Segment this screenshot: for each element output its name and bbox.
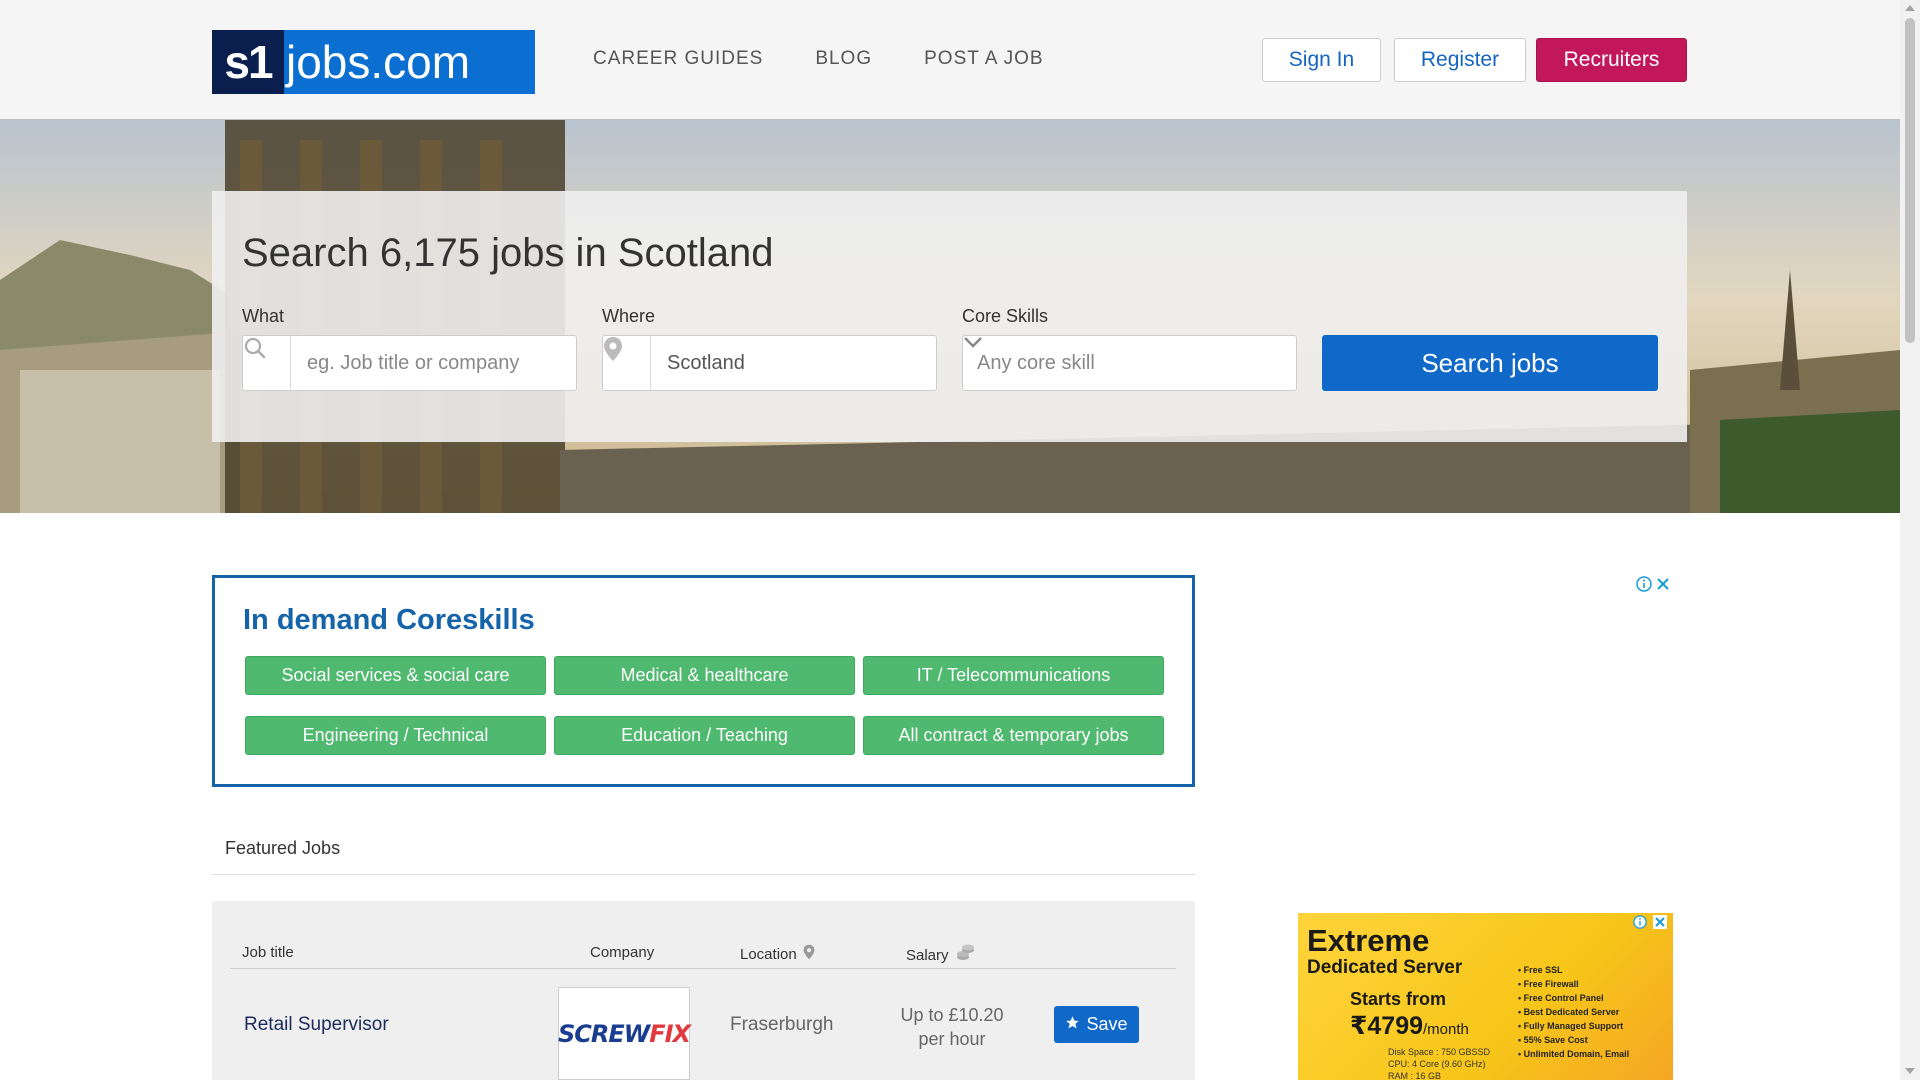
save-job-button[interactable]: Save: [1054, 1006, 1139, 1043]
logo-part-screw: SCREW: [557, 1019, 650, 1048]
ad-close-icon[interactable]: [1653, 915, 1667, 934]
ad-price-amount: ₹4799: [1350, 1012, 1424, 1040]
site-logo[interactable]: s1 jobs.com: [212, 30, 535, 94]
logo-wordmark: jobs.com: [286, 36, 471, 88]
header-salary: Salary: [906, 944, 975, 966]
ad-spec: RAM : 16 GB: [1388, 1071, 1442, 1080]
header-company: Company: [590, 944, 655, 961]
company-logo[interactable]: SCREWFIX: [557, 987, 691, 1080]
salary-line-1: Up to £10.20: [900, 1005, 1004, 1025]
page-scrollbar[interactable]: [1900, 0, 1920, 1080]
header-job-title: Job title: [242, 944, 294, 961]
ad-feature: 55% Save Cost: [1518, 1033, 1629, 1047]
featured-jobs-table: Job title Company Location Salary Retail…: [212, 901, 1195, 1080]
map-pin-icon: [603, 336, 651, 390]
ad-info-icon[interactable]: [1633, 915, 1647, 934]
ad-title: Extreme: [1307, 923, 1430, 958]
job-salary: Up to £10.20 per hour: [867, 1003, 1037, 1051]
featured-jobs-label: Featured Jobs: [225, 838, 341, 858]
scroll-down-arrow[interactable]: [1905, 1068, 1915, 1074]
coreskills-heading: In demand Coreskills: [243, 604, 535, 636]
ad-controls: [1636, 576, 1670, 597]
hero-banner: Search 6,175 jobs in Scotland What Where…: [0, 120, 1900, 513]
where-input[interactable]: [665, 350, 919, 376]
scroll-up-arrow[interactable]: [1905, 5, 1915, 11]
search-jobs-button[interactable]: Search jobs: [1322, 335, 1658, 391]
ad-feature: Fully Managed Support: [1518, 1019, 1629, 1033]
ad-feature: Unlimited Domain, Email: [1518, 1047, 1630, 1061]
where-field[interactable]: [602, 335, 937, 391]
nav-post-a-job[interactable]: POST A JOB: [924, 48, 1043, 70]
search-title: Search 6,175 jobs in Scotland: [242, 231, 774, 275]
ad-feature: Best Dedicated Server: [1518, 1005, 1629, 1019]
advertisement-banner[interactable]: Extreme Dedicated Server Starts from ₹47…: [1298, 913, 1673, 1080]
coreskill-it-telecom[interactable]: IT / Telecommunications: [863, 656, 1164, 695]
scrollbar-thumb[interactable]: [1905, 18, 1915, 343]
coreskill-education[interactable]: Education / Teaching: [554, 716, 855, 755]
map-pin-icon: [803, 944, 815, 964]
job-location: Fraserburgh: [730, 1014, 834, 1035]
star-icon: [1065, 1014, 1080, 1035]
screwfix-logo: SCREWFIX: [557, 1019, 691, 1048]
ad-spec: Disk Space : 750 GBSSD: [1388, 1047, 1491, 1057]
what-input[interactable]: [305, 350, 559, 376]
header-location: Location: [740, 944, 815, 964]
ad-features: Free SSL Free Firewall Free Control Pane…: [1518, 963, 1630, 1061]
coreskills-panel: In demand Coreskills Social services & s…: [212, 575, 1195, 787]
ad-feature: Free Control Panel: [1518, 991, 1629, 1005]
coins-icon: [955, 944, 975, 966]
main-nav: CAREER GUIDES BLOG POST A JOB: [593, 48, 1044, 70]
coreskill-medical[interactable]: Medical & healthcare: [554, 656, 855, 695]
job-title-link[interactable]: Retail Supervisor: [244, 1014, 389, 1036]
core-skills-value: Any core skill: [977, 351, 1095, 374]
search-panel: Search 6,175 jobs in Scotland What Where…: [212, 191, 1687, 442]
logo-part-fix: FIX: [649, 1019, 691, 1048]
ad-close-icon[interactable]: [1656, 577, 1670, 596]
sign-in-button[interactable]: Sign In: [1262, 38, 1381, 82]
ad-info-icon[interactable]: [1636, 576, 1652, 597]
coreskills-list: Social services & social care Medical & …: [245, 656, 1165, 755]
what-field[interactable]: [242, 335, 577, 391]
coreskill-social-services[interactable]: Social services & social care: [245, 656, 546, 695]
divider: [212, 874, 1195, 875]
header-location-label: Location: [740, 945, 797, 963]
nav-career-guides[interactable]: CAREER GUIDES: [593, 48, 763, 70]
save-label: Save: [1086, 1014, 1128, 1034]
divider: [230, 968, 1176, 969]
salary-line-2: per hour: [918, 1029, 986, 1049]
register-button[interactable]: Register: [1394, 38, 1526, 82]
header-salary-label: Salary: [906, 946, 949, 964]
ad-spec: CPU: 4 Core (9.60 GHz): [1388, 1059, 1486, 1069]
core-skills-label: Core Skills: [962, 306, 1049, 326]
ad-feature: Free Firewall: [1518, 977, 1629, 991]
ad-feature: Free SSL: [1518, 963, 1629, 977]
recruiters-button[interactable]: Recruiters: [1536, 38, 1687, 82]
ad-price: ₹4799/month: [1350, 1011, 1469, 1041]
coreskill-contract-temporary[interactable]: All contract & temporary jobs: [863, 716, 1164, 755]
search-icon: [243, 336, 291, 390]
core-skills-select[interactable]: Any core skill: [962, 335, 1297, 391]
ad-starts-from: Starts from: [1350, 989, 1447, 1009]
ad-subtitle: Dedicated Server: [1307, 957, 1463, 978]
site-header: s1 jobs.com CAREER GUIDES BLOG POST A JO…: [0, 0, 1900, 120]
nav-blog[interactable]: BLOG: [815, 48, 872, 70]
coreskill-engineering[interactable]: Engineering / Technical: [245, 716, 546, 755]
ad-price-period: /month: [1423, 1021, 1469, 1038]
what-label: What: [242, 306, 285, 326]
logo-s1: s1: [212, 30, 284, 94]
ad-specs: Disk Space : 750 GBSSD CPU: 4 Core (9.60…: [1388, 1046, 1490, 1080]
where-label: Where: [602, 306, 656, 326]
